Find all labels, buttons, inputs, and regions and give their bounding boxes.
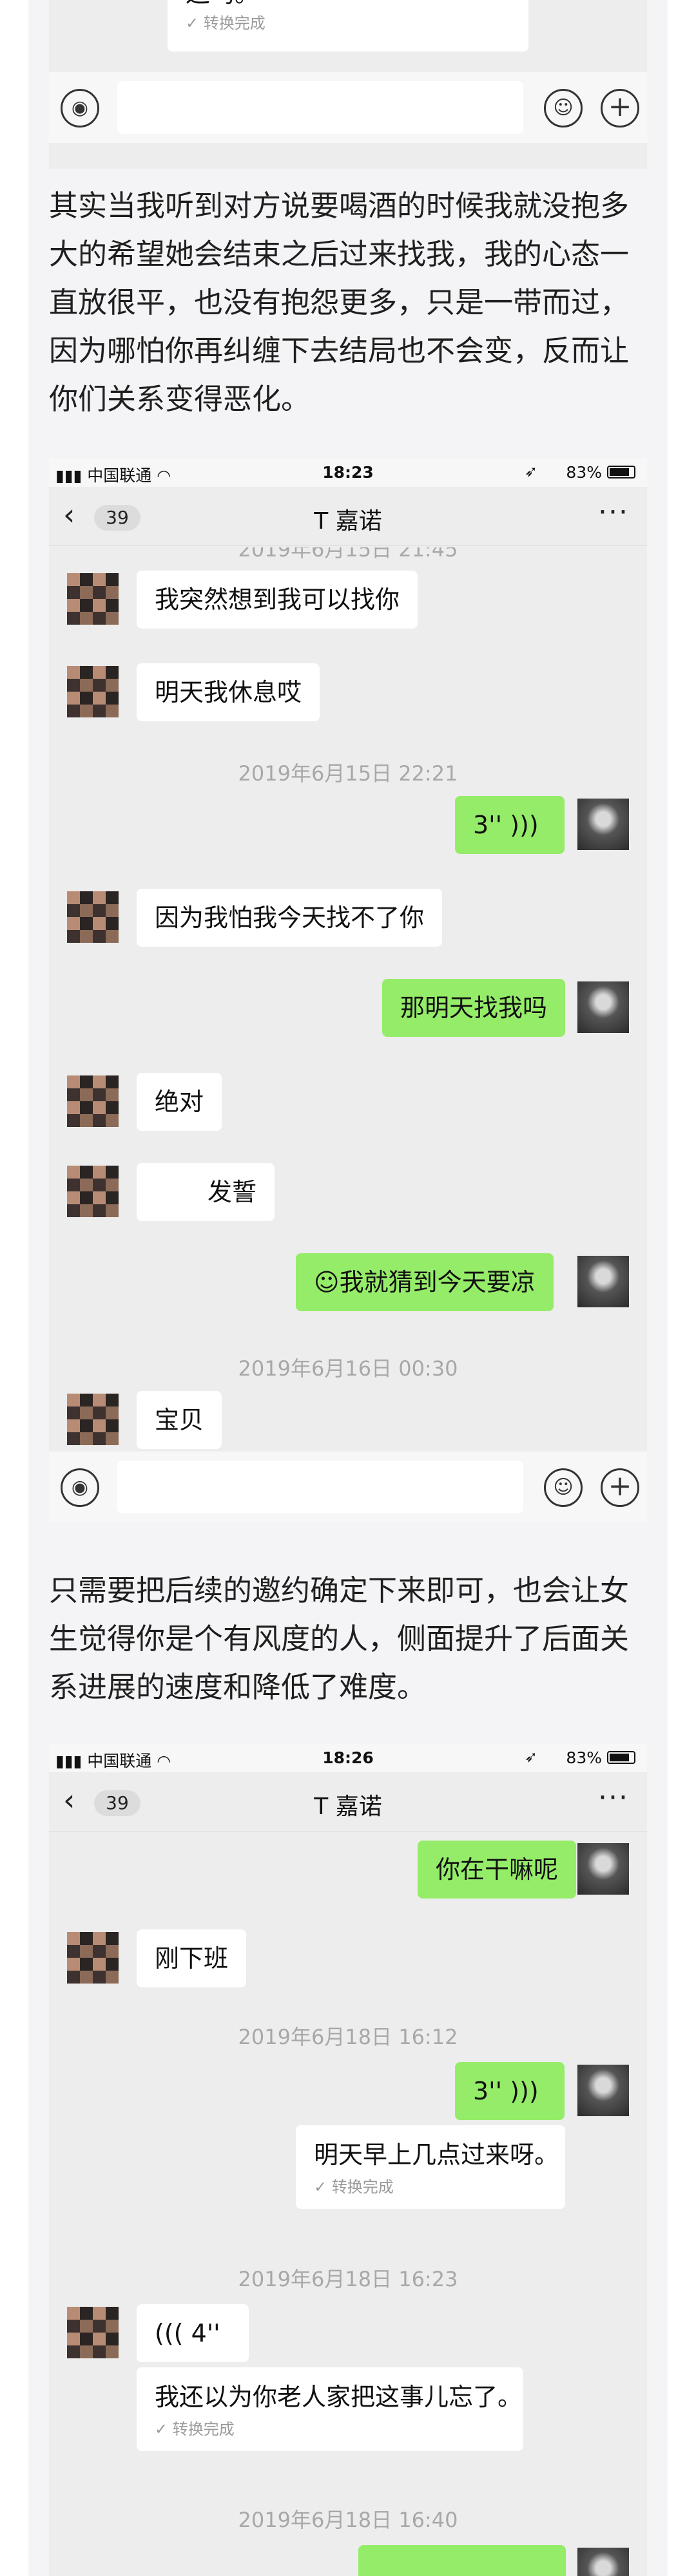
timestamp: 2019年6月16日 00:30: [238, 1356, 458, 1381]
check-icon: ✓: [186, 14, 204, 32]
check-icon: ✓: [314, 2178, 332, 2196]
converted-label: ✓ 转换完成: [314, 2178, 394, 2196]
chat-header: ‹ 39 T 嘉诺 ···: [49, 487, 647, 546]
timestamp: 2019年6月18日 16:23: [238, 2267, 458, 2291]
status-bar: ▮▮▮ 中国联通 ◠ 18:23 ➶ 83%: [49, 459, 647, 487]
contact-avatar: [67, 1932, 119, 1984]
more-icon[interactable]: ···: [598, 1781, 629, 1814]
contact-avatar: [67, 666, 119, 717]
chat-title: T 嘉诺: [314, 1794, 382, 1820]
voice-wave-icon: ))): [510, 811, 539, 839]
chat-header: ‹ 39 T 嘉诺 ···: [49, 1772, 647, 1832]
contact-avatar: [67, 891, 119, 943]
message-bubble: 发誓: [137, 1163, 275, 1221]
self-avatar: [577, 2548, 629, 2576]
message-bubble: 宝贝: [137, 1391, 222, 1449]
battery-percent: 83%: [566, 463, 602, 482]
more-icon[interactable]: ···: [598, 496, 629, 529]
message-bubble: 那明天找我吗: [382, 979, 566, 1037]
emoji-icon[interactable]: ☺: [544, 1468, 583, 1507]
voice-icon[interactable]: ◉: [61, 89, 99, 128]
check-icon: ✓: [155, 2420, 173, 2438]
transcription-bubble: 我还以为你老人家把这事儿忘了。 ✓ 转换完成: [137, 2367, 523, 2451]
message-bubble: ☺我就猜到今天要凉: [296, 1253, 554, 1311]
emoji-face-icon: ☺: [314, 1268, 340, 1296]
contact-avatar: [67, 1394, 119, 1445]
battery-percent: 83%: [566, 1748, 602, 1767]
plus-icon[interactable]: +: [601, 1468, 639, 1507]
status-bar: ▮▮▮ 中国联通 ◠ 18:26 ➶ 83%: [49, 1744, 647, 1772]
clock: 18:23: [322, 463, 374, 482]
voice-icon[interactable]: ◉: [61, 1468, 99, 1507]
emoji-icon[interactable]: ☺: [544, 89, 583, 128]
voice-wave-icon: (((: [155, 2319, 191, 2347]
chat-input-bar: ◉ ☺ +: [49, 72, 647, 143]
chat-screenshot-1: ▮▮▮ 中国联通 ◠ 18:23 ➶ 83% ‹ 39 T 嘉诺 ··· 201…: [49, 459, 647, 1522]
self-avatar: [577, 2065, 629, 2116]
clock: 18:26: [322, 1748, 374, 1767]
chat-screenshot-top: 这吗。 ✓ 转换完成 ◉ ☺ +: [49, 0, 647, 169]
message-bubble: 你在干嘛呢: [418, 1841, 577, 1899]
message-bubble: 我突然想到我可以找你: [137, 571, 418, 629]
timestamp: 2019年6月15日 22:21: [238, 761, 458, 786]
message-bubble-partial: [358, 2545, 566, 2576]
self-avatar: [577, 1256, 629, 1307]
battery-icon: [607, 466, 635, 478]
contact-avatar: [67, 1075, 119, 1127]
contact-avatar: [67, 573, 119, 625]
plus-icon[interactable]: +: [601, 89, 639, 128]
battery-icon: [607, 1751, 635, 1764]
message-bubble: 这吗。 ✓ 转换完成: [168, 0, 528, 52]
converted-label: ✓ 转换完成: [186, 14, 266, 32]
contact-avatar: [67, 1166, 119, 1217]
paragraph-2: 只需要把后续的邀约确定下来即可，也会让女生觉得你是个有风度的人，侧面提升了后面关…: [49, 1573, 630, 1704]
timestamp: 2019年6月18日 16:40: [238, 2508, 458, 2532]
article-column: 这吗。 ✓ 转换完成 ◉ ☺ + 其实当我听到对方说要喝酒的时候我就没抱多大的希…: [28, 0, 668, 2576]
transcription-bubble: 明天早上几点过来呀。 ✓ 转换完成: [296, 2125, 565, 2209]
message-bubble: 明天我休息哎: [137, 663, 320, 721]
voice-message-bubble[interactable]: 3'' ))): [455, 796, 565, 854]
converted-label: ✓ 转换完成: [155, 2420, 235, 2438]
voice-wave-icon: ))): [510, 2077, 539, 2105]
location-icon: ➶: [524, 462, 537, 480]
voice-message-bubble[interactable]: ((( 4'': [137, 2304, 249, 2362]
paragraph-1: 其实当我听到对方说要喝酒的时候我就没抱多大的希望她会结束之后过来找我，我的心态一…: [49, 189, 630, 416]
message-bubble: 绝对: [137, 1073, 222, 1131]
chat-title: T 嘉诺: [314, 508, 382, 535]
message-text: 我还以为你老人家把这事儿忘了。: [155, 2383, 523, 2411]
contact-avatar: [67, 2307, 119, 2358]
location-icon: ➶: [524, 1748, 537, 1766]
timestamp: 2019年6月18日 16:12: [238, 2025, 458, 2049]
message-text: 这吗。: [186, 0, 510, 6]
message-bubble: 刚下班: [137, 1929, 247, 1987]
message-input[interactable]: [117, 81, 523, 134]
chat-input-bar: ◉ ☺ +: [49, 1452, 647, 1522]
self-avatar: [577, 981, 629, 1033]
timestamp-partial: 2019年6月15日 21:45: [238, 547, 458, 562]
self-avatar: [577, 1843, 629, 1895]
message-text: 明天早上几点过来呀。: [314, 2141, 559, 2169]
self-avatar: [577, 799, 629, 850]
chat-screenshot-2: ▮▮▮ 中国联通 ◠ 18:26 ➶ 83% ‹ 39 T 嘉诺 ··· 你在干…: [49, 1744, 647, 2576]
voice-message-bubble[interactable]: 3'' ))): [455, 2062, 565, 2120]
message-bubble: 因为我怕我今天找不了你: [137, 889, 443, 947]
message-input[interactable]: [117, 1461, 523, 1513]
